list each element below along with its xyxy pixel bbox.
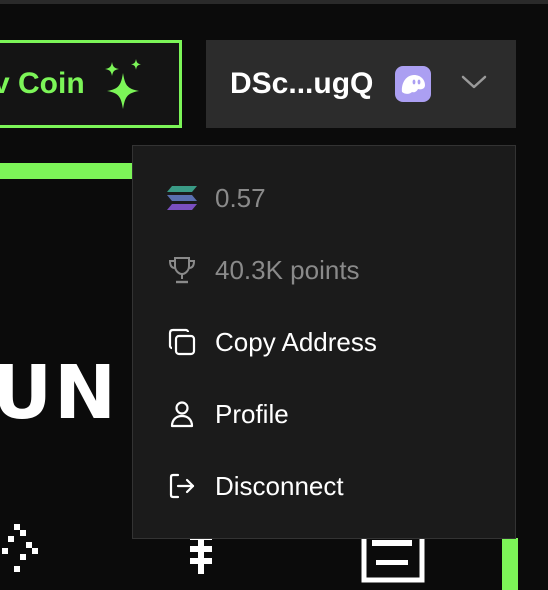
progress-bar xyxy=(0,163,134,179)
pixel-sparkle-icon xyxy=(2,524,38,572)
copy-icon xyxy=(165,325,199,359)
phantom-ghost-icon xyxy=(395,66,432,102)
top-border xyxy=(0,0,548,4)
logout-icon xyxy=(165,469,199,503)
sparkle-icon xyxy=(105,59,141,109)
balance-row: 0.57 xyxy=(133,162,515,234)
profile-label: Profile xyxy=(215,398,289,429)
copy-address-label: Copy Address xyxy=(215,326,377,357)
chevron-down-icon[interactable] xyxy=(460,72,488,92)
page: v Coin DSc...ugQ UN I 0.57 40.3K points … xyxy=(0,0,548,590)
disconnect-label: Disconnect xyxy=(215,470,344,501)
wallet-address: DSc...ugQ xyxy=(230,67,374,100)
solana-icon xyxy=(165,181,199,215)
create-coin-button[interactable]: v Coin xyxy=(0,40,182,128)
points-row: 40.3K points xyxy=(133,234,515,306)
copy-address-item[interactable]: Copy Address xyxy=(133,306,515,378)
balance-label: 0.57 xyxy=(215,182,266,213)
disconnect-item[interactable]: Disconnect xyxy=(133,450,515,522)
create-coin-label: v Coin xyxy=(0,67,85,100)
green-edge-bar xyxy=(502,538,518,590)
wallet-button[interactable]: DSc...ugQ xyxy=(206,40,516,128)
trophy-icon xyxy=(165,253,199,287)
profile-item[interactable]: Profile xyxy=(133,378,515,450)
points-label: 40.3K points xyxy=(215,254,360,285)
wallet-dropdown-menu: 0.57 40.3K points Copy Address Profile D… xyxy=(132,145,516,539)
user-icon xyxy=(165,397,199,431)
